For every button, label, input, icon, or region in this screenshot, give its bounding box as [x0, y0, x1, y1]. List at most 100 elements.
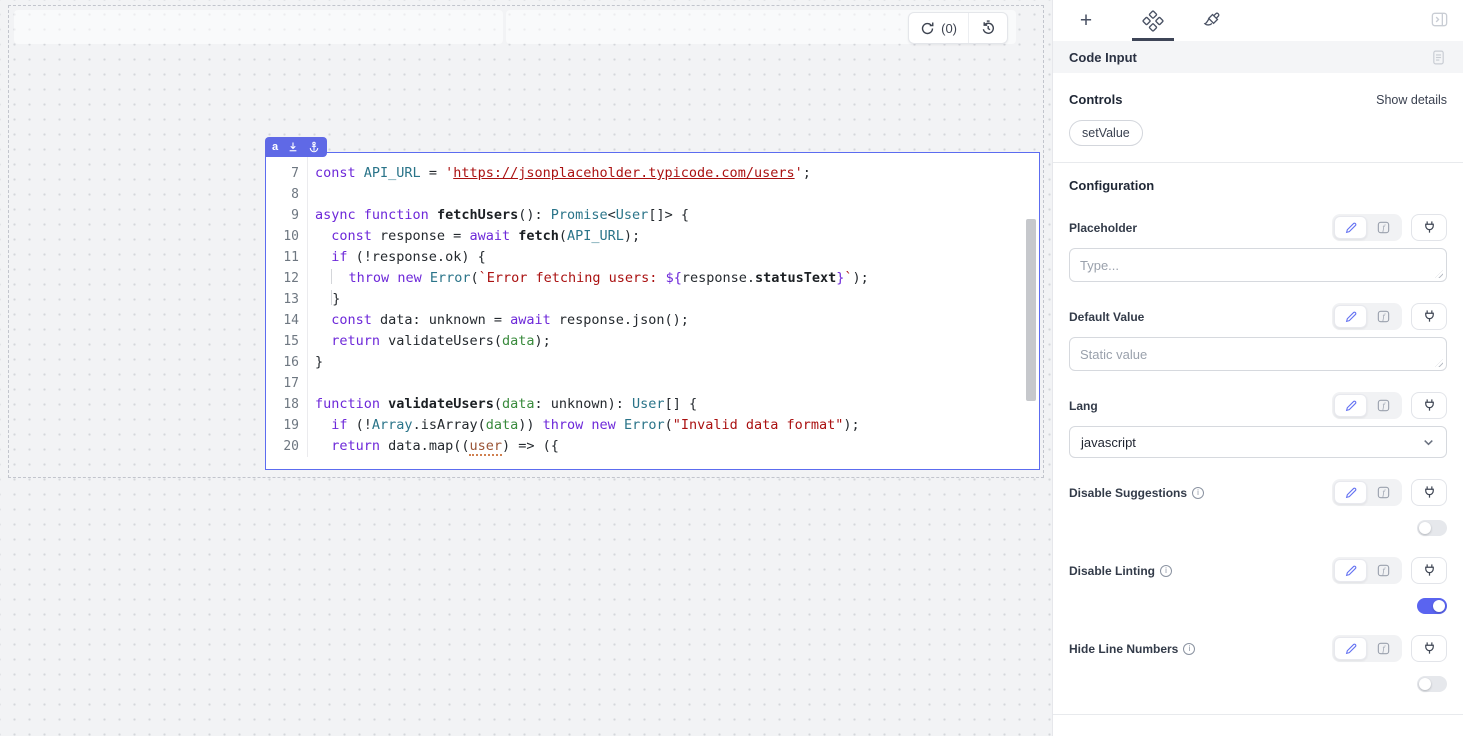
- mode-segmented-control: f: [1332, 392, 1402, 419]
- move-down-icon[interactable]: [287, 141, 299, 153]
- plug-icon: [1422, 220, 1437, 235]
- refresh-queries-button[interactable]: (0): [909, 13, 968, 43]
- line-number: 20: [266, 436, 308, 457]
- line-number: 18: [266, 394, 308, 415]
- code-text: }: [308, 352, 323, 373]
- plus-icon: +: [1080, 10, 1092, 31]
- code-line[interactable]: 15 return validateUsers(data);: [266, 331, 1039, 352]
- editor-scrollbar[interactable]: [1026, 219, 1036, 401]
- field-disable-linting: Disable Lintingif: [1069, 557, 1447, 614]
- history-icon: [980, 20, 996, 36]
- field-label-row: Hide Line Numbersif: [1069, 635, 1447, 662]
- function-icon: f: [1376, 220, 1391, 235]
- code-line[interactable]: 11 if (!response.ok) {: [266, 247, 1039, 268]
- default-value-input[interactable]: Static value: [1069, 337, 1447, 371]
- code-text: }: [308, 289, 340, 310]
- static-mode-button[interactable]: [1334, 559, 1367, 582]
- resize-handle[interactable]: [1435, 270, 1443, 278]
- line-number: 11: [266, 247, 308, 268]
- svg-text:f: f: [1382, 311, 1386, 321]
- canvas-toolbar: (0): [908, 12, 1008, 44]
- code-line[interactable]: 14 const data: unknown = await response.…: [266, 310, 1039, 331]
- code-line[interactable]: 9async function fetchUsers(): Promise<Us…: [266, 205, 1039, 226]
- code-line[interactable]: 8: [266, 184, 1039, 205]
- code-line[interactable]: 10 const response = await fetch(API_URL)…: [266, 226, 1039, 247]
- placeholder-input[interactable]: Type...: [1069, 248, 1447, 282]
- field-placeholder: Placeholder f Type...: [1069, 214, 1447, 282]
- function-mode-button[interactable]: f: [1367, 216, 1400, 239]
- code-line[interactable]: 7const API_URL = 'https://jsonplaceholde…: [266, 163, 1039, 184]
- collapse-panel-icon[interactable]: [1430, 10, 1449, 29]
- history-button[interactable]: [968, 13, 1007, 43]
- info-icon: i: [1192, 487, 1204, 499]
- function-icon: f: [1376, 485, 1391, 500]
- disable-linting-toggle[interactable]: [1417, 598, 1447, 614]
- function-mode-button[interactable]: f: [1367, 394, 1400, 417]
- code-line[interactable]: 19 if (!Array.isArray(data)) throw new E…: [266, 415, 1039, 436]
- anchor-icon[interactable]: [308, 141, 320, 153]
- code-line[interactable]: 16}: [266, 352, 1039, 373]
- field-label: Placeholder: [1069, 221, 1137, 235]
- line-number: 10: [266, 226, 308, 247]
- static-mode-button[interactable]: [1334, 216, 1367, 239]
- tab-add-component[interactable]: +: [1062, 1, 1110, 41]
- field-label-row: Disable Lintingif: [1069, 557, 1447, 584]
- function-mode-button[interactable]: f: [1367, 637, 1400, 660]
- components-icon: [1142, 10, 1164, 32]
- mode-segmented-control: f: [1332, 557, 1402, 584]
- code-editor-content[interactable]: 67const API_URL = 'https://jsonplacehold…: [266, 152, 1039, 457]
- code-line[interactable]: 20 return data.map((user) => ({: [266, 436, 1039, 457]
- app-canvas[interactable]: (0) a 67const API_URL = 'https://jsonpla…: [0, 0, 1052, 736]
- panel-body: Controls Show details setValue Configura…: [1053, 73, 1463, 736]
- plug-icon: [1422, 563, 1437, 578]
- hide-line-numbers-toggle[interactable]: [1417, 676, 1447, 692]
- svg-text:f: f: [1382, 565, 1386, 575]
- disable-suggestions-toggle[interactable]: [1417, 520, 1447, 536]
- static-mode-button[interactable]: [1334, 481, 1367, 504]
- plug-icon: [1422, 485, 1437, 500]
- code-line[interactable]: 13 }: [266, 289, 1039, 310]
- code-line[interactable]: 12 throw new Error(`Error fetching users…: [266, 268, 1039, 289]
- widget-tag[interactable]: a: [265, 137, 327, 157]
- pencil-icon: [1344, 221, 1358, 235]
- inspector-panel: + Code: [1052, 0, 1463, 736]
- code-input-widget[interactable]: 67const API_URL = 'https://jsonplacehold…: [265, 152, 1040, 470]
- code-line[interactable]: 17: [266, 373, 1039, 394]
- info-icon: i: [1183, 643, 1195, 655]
- lang-select[interactable]: javascript: [1069, 426, 1447, 458]
- static-mode-button[interactable]: [1334, 305, 1367, 328]
- function-icon: f: [1376, 563, 1391, 578]
- binding-mode-cluster: f: [1332, 635, 1447, 662]
- code-text: [308, 373, 315, 394]
- bind-data-button[interactable]: [1411, 479, 1447, 506]
- function-mode-button[interactable]: f: [1367, 559, 1400, 582]
- chevron-down-icon: [1422, 436, 1435, 449]
- toggle-row: [1069, 520, 1447, 536]
- bind-data-button[interactable]: [1411, 303, 1447, 330]
- control-chip-setValue[interactable]: setValue: [1069, 120, 1143, 146]
- bind-data-button[interactable]: [1411, 557, 1447, 584]
- bind-data-button[interactable]: [1411, 635, 1447, 662]
- bind-data-button[interactable]: [1411, 392, 1447, 419]
- bind-data-button[interactable]: [1411, 214, 1447, 241]
- static-mode-button[interactable]: [1334, 394, 1367, 417]
- line-number: 15: [266, 331, 308, 352]
- function-mode-button[interactable]: f: [1367, 305, 1400, 328]
- code-line[interactable]: 6: [266, 152, 1039, 163]
- divider: [1053, 162, 1463, 163]
- tab-component-properties[interactable]: [1129, 1, 1177, 41]
- input-placeholder: Static value: [1080, 347, 1147, 362]
- code-line[interactable]: 18function validateUsers(data: unknown):…: [266, 394, 1039, 415]
- resize-handle[interactable]: [1435, 359, 1443, 367]
- function-mode-button[interactable]: f: [1367, 481, 1400, 504]
- field-disable-suggestions: Disable Suggestionsi f: [1069, 479, 1447, 536]
- static-mode-button[interactable]: [1334, 637, 1367, 660]
- mode-segmented-control: f: [1332, 303, 1402, 330]
- docs-icon[interactable]: [1430, 49, 1447, 66]
- code-text: const API_URL = 'https://jsonplaceholder…: [308, 163, 811, 184]
- binding-mode-cluster: f: [1332, 392, 1447, 419]
- field-label-row: Default Valuef: [1069, 303, 1447, 330]
- tab-style[interactable]: [1187, 1, 1235, 41]
- field-label: Disable Suggestionsi: [1069, 486, 1204, 500]
- show-details-link[interactable]: Show details: [1376, 93, 1447, 107]
